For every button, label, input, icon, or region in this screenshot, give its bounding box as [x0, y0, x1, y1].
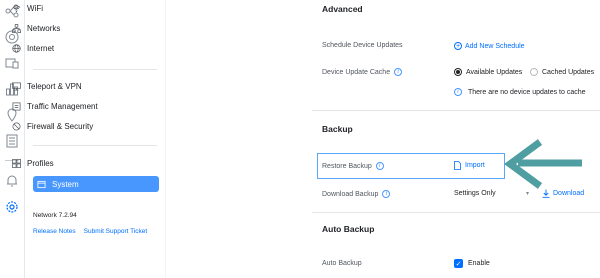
- nav-item-wifi[interactable]: WiFi: [8, 0, 160, 16]
- nav-divider: [33, 145, 157, 146]
- nav-item-label: Internet: [27, 43, 55, 53]
- profiles-icon: [11, 158, 21, 168]
- version-text: Network 7.2.94: [33, 212, 77, 219]
- nav-item-label: Teleport & VPN: [27, 81, 82, 91]
- auto-backup-section-title: Auto Backup: [322, 224, 375, 234]
- enable-label: Enable: [468, 260, 490, 267]
- download-backup-row: Download Backup i: [322, 190, 391, 198]
- wifi-icon: [11, 3, 21, 13]
- available-updates-label: Available Updates: [466, 68, 523, 76]
- add-new-schedule-button[interactable]: + Add New Schedule: [454, 42, 525, 50]
- info-icon[interactable]: i: [394, 68, 403, 76]
- gear-icon[interactable]: [5, 200, 19, 214]
- nav-item-label: System: [52, 179, 79, 189]
- import-button[interactable]: Import: [454, 161, 485, 170]
- nav-item-system[interactable]: System: [33, 176, 159, 192]
- vpn-icon: [11, 81, 21, 91]
- nav-item-internet[interactable]: Internet: [8, 40, 160, 56]
- info-icon[interactable]: i: [382, 190, 391, 198]
- system-icon: [36, 179, 46, 189]
- auto-backup-enable-checkbox[interactable]: ✓ Enable: [454, 259, 490, 268]
- checkmark-icon: ✓: [454, 259, 463, 268]
- nav-content-divider: [165, 0, 166, 278]
- shield-icon: [11, 121, 21, 131]
- release-notes-link[interactable]: Release Notes: [33, 228, 76, 235]
- section-divider: [312, 110, 600, 111]
- add-new-schedule-label: Add New Schedule: [465, 42, 525, 50]
- import-label: Import: [465, 162, 485, 169]
- globe-icon: [11, 43, 21, 53]
- schedule-device-updates-label: Schedule Device Updates: [322, 42, 403, 49]
- nav-item-traffic-management[interactable]: Traffic Management: [8, 98, 160, 114]
- info-icon: i: [454, 88, 462, 96]
- logs-icon[interactable]: [5, 134, 19, 148]
- info-icon[interactable]: i: [375, 162, 384, 170]
- backup-type-value: Settings Only: [454, 189, 496, 197]
- networks-icon: [11, 23, 21, 33]
- available-updates-radio[interactable]: Available Updates: [454, 68, 522, 76]
- footer-links: Release Notes Submit Support Ticket: [33, 228, 147, 235]
- nav-item-label: WiFi: [27, 3, 43, 13]
- radio-selected-icon: [454, 68, 462, 76]
- cached-updates-radio[interactable]: Cached Updates: [530, 68, 594, 76]
- section-divider: [312, 212, 600, 213]
- backup-section-title: Backup: [322, 124, 353, 134]
- devices-icon[interactable]: [5, 56, 19, 70]
- nav-item-profiles[interactable]: Profiles: [8, 155, 160, 171]
- nav-item-label: Traffic Management: [27, 101, 98, 111]
- nav-item-label: Firewall & Security: [27, 121, 94, 131]
- cached-updates-label: Cached Updates: [542, 68, 595, 76]
- support-ticket-link[interactable]: Submit Support Ticket: [84, 228, 148, 235]
- cache-note-text: There are no device updates to cache: [468, 88, 586, 96]
- device-update-cache-row: Device Update Cache i: [322, 68, 403, 76]
- nav-item-firewall-security[interactable]: Firewall & Security: [8, 118, 160, 134]
- advanced-section-title: Advanced: [322, 4, 363, 14]
- restore-backup-label: Restore Backup: [322, 162, 372, 170]
- nav-item-teleport-vpn[interactable]: Teleport & VPN: [8, 78, 160, 94]
- auto-backup-label: Auto Backup: [322, 260, 362, 267]
- device-update-cache-label: Device Update Cache: [322, 68, 391, 76]
- radio-unselected-icon: [530, 68, 538, 76]
- plus-icon: +: [454, 42, 462, 50]
- restore-backup-row: Restore Backup i: [322, 162, 384, 170]
- annotation-arrow: [504, 139, 582, 189]
- bell-icon[interactable]: [5, 174, 19, 188]
- nav-item-networks[interactable]: Networks: [8, 20, 160, 36]
- cache-note: i There are no device updates to cache: [454, 88, 586, 96]
- nav-item-label: Networks: [27, 23, 61, 33]
- file-icon: [454, 161, 461, 170]
- traffic-icon: [11, 101, 21, 111]
- download-backup-label: Download Backup: [322, 190, 379, 198]
- nav-divider: [33, 69, 157, 70]
- nav-item-label: Profiles: [27, 158, 54, 168]
